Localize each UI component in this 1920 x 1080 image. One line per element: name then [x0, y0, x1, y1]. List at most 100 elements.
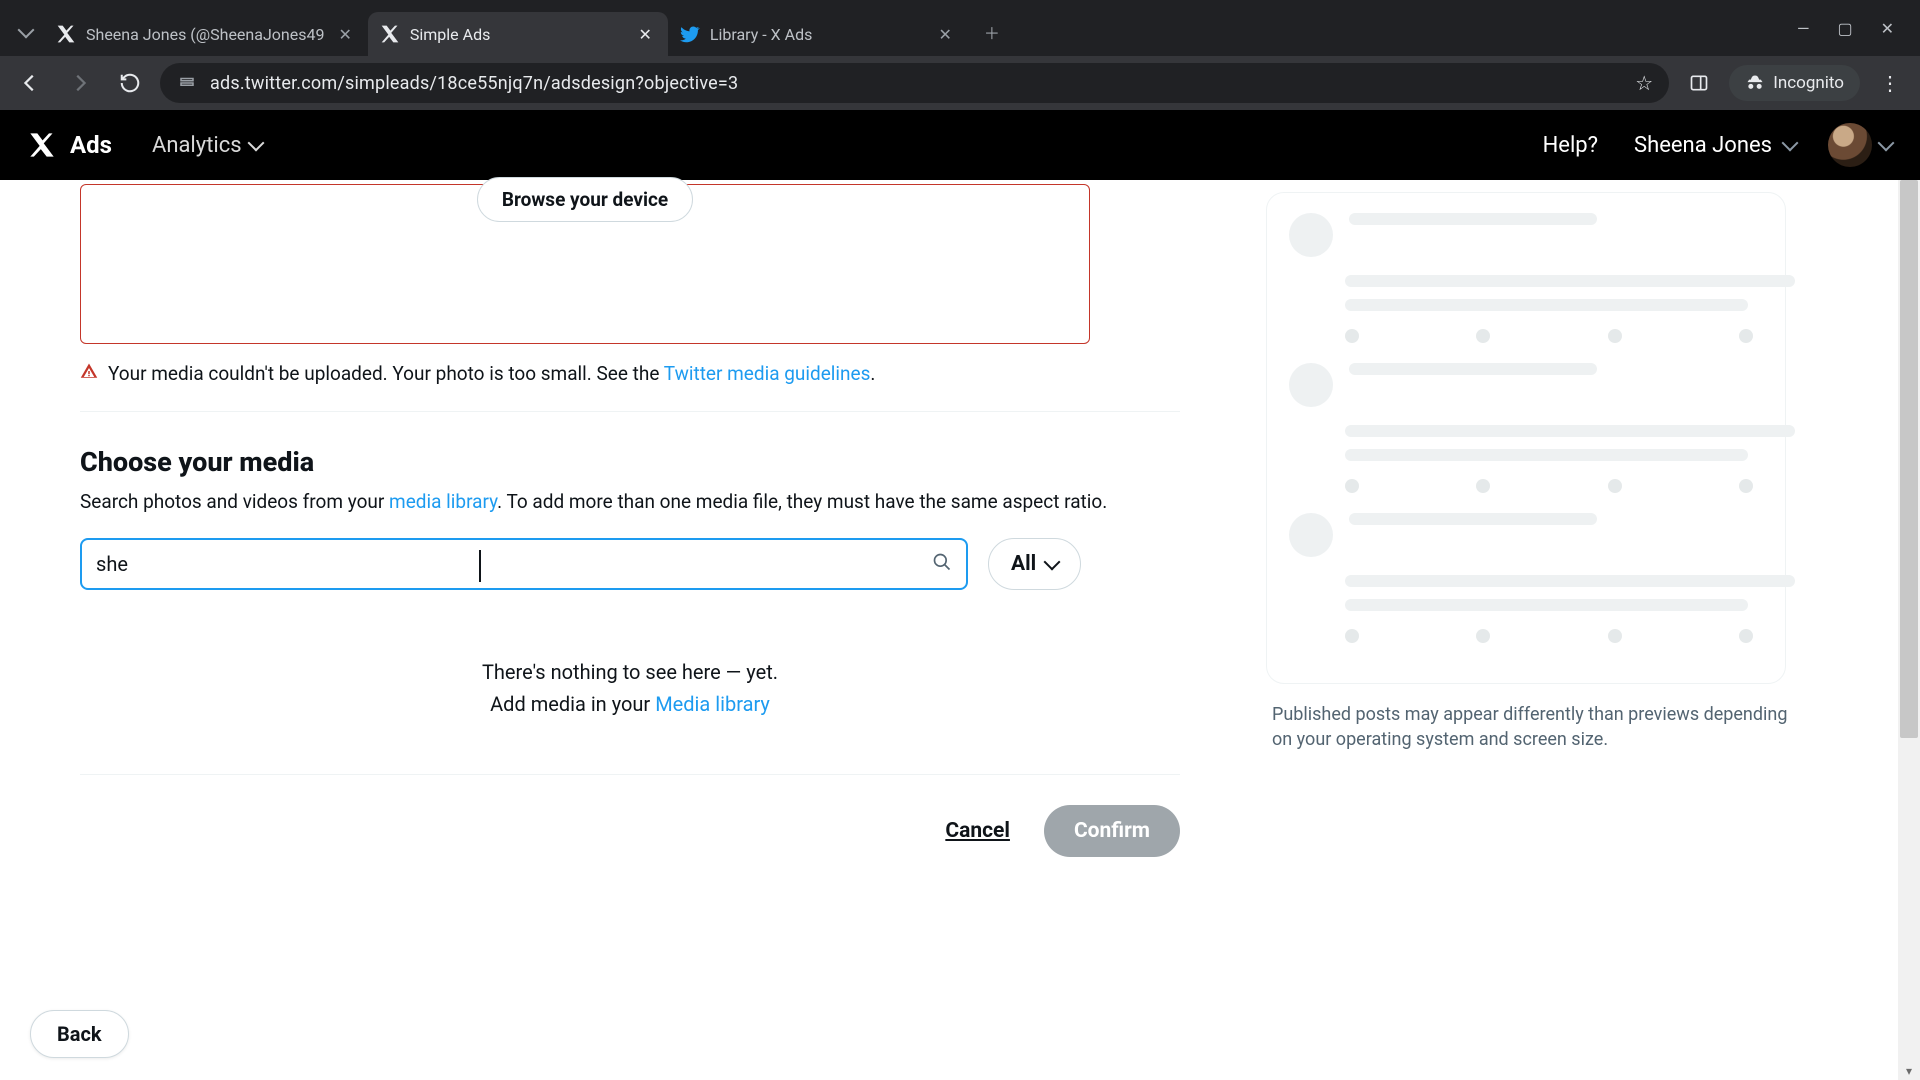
- empty-title: There's nothing to see here — yet.: [80, 660, 1180, 684]
- skeleton-icon: [1345, 629, 1359, 643]
- scrollbar-thumb[interactable]: [1900, 180, 1918, 738]
- divider: [80, 774, 1180, 775]
- skeleton-avatar: [1289, 213, 1333, 257]
- tab-title: Simple Ads: [410, 25, 625, 44]
- account-switcher[interactable]: Sheena Jones: [1634, 133, 1796, 158]
- media-search-field[interactable]: [80, 538, 968, 590]
- upload-dropzone[interactable]: Browse your device: [80, 184, 1090, 344]
- page-body: Browse your device Your media couldn't b…: [0, 180, 1920, 1080]
- skeleton-line: [1349, 213, 1597, 225]
- nav-analytics[interactable]: Analytics: [152, 133, 262, 158]
- scrollbar[interactable]: ▾: [1898, 180, 1920, 1080]
- media-library-link[interactable]: media library: [389, 490, 497, 513]
- back-button[interactable]: Back: [30, 1010, 129, 1058]
- x-icon: [380, 24, 400, 44]
- preview-panel: [1266, 192, 1786, 684]
- user-menu[interactable]: [1814, 123, 1892, 167]
- kebab-icon[interactable]: ⋮: [1870, 63, 1910, 103]
- app-header: Ads Analytics Help? Sheena Jones: [0, 110, 1920, 180]
- skeleton-line: [1345, 599, 1748, 611]
- preview-disclaimer: Published posts may appear differently t…: [1266, 702, 1806, 752]
- media-filter-dropdown[interactable]: All: [988, 538, 1081, 590]
- skeleton-line: [1345, 575, 1795, 587]
- chevron-down-icon: [1782, 135, 1799, 152]
- skeleton-icon: [1345, 479, 1359, 493]
- skeleton-line: [1345, 275, 1795, 287]
- empty-state: There's nothing to see here — yet. Add m…: [80, 660, 1180, 716]
- browse-device-button[interactable]: Browse your device: [477, 177, 693, 222]
- minimize-icon[interactable]: —: [1797, 19, 1810, 38]
- reload-icon[interactable]: [110, 63, 150, 103]
- skeleton-icon: [1608, 329, 1622, 343]
- help-link[interactable]: Help?: [1543, 133, 1598, 158]
- window-controls: — ▢ ✕: [1779, 19, 1912, 56]
- chevron-down-icon: [247, 135, 264, 152]
- skeleton-icon: [1608, 479, 1622, 493]
- back-icon[interactable]: [10, 63, 50, 103]
- brand-label: Ads: [70, 131, 112, 159]
- close-icon[interactable]: ✕: [934, 21, 955, 48]
- browser-tab[interactable]: Sheena Jones (@SheenaJones49 ✕: [44, 12, 368, 56]
- twitter-icon: [680, 24, 700, 44]
- text-cursor: [479, 550, 481, 582]
- address-bar[interactable]: ads.twitter.com/simpleads/18ce55njq7n/ad…: [160, 63, 1669, 103]
- forward-icon: [60, 63, 100, 103]
- tab-search-icon[interactable]: [8, 14, 44, 50]
- browser-tab-strip: Sheena Jones (@SheenaJones49 ✕ Simple Ad…: [0, 0, 1920, 56]
- error-text: Your media couldn't be uploaded. Your ph…: [108, 362, 875, 385]
- skeleton-icon: [1739, 479, 1753, 493]
- dialog-actions: Cancel Confirm: [40, 805, 1180, 857]
- brand[interactable]: Ads: [28, 131, 112, 159]
- empty-subtitle: Add media in your Media library: [80, 692, 1180, 716]
- x-icon: [56, 24, 76, 44]
- close-icon[interactable]: ✕: [334, 21, 355, 48]
- search-icon[interactable]: [932, 552, 952, 576]
- skeleton-icon: [1608, 629, 1622, 643]
- side-panel-icon[interactable]: [1679, 63, 1719, 103]
- confirm-button[interactable]: Confirm: [1044, 805, 1180, 857]
- skeleton-line: [1349, 513, 1597, 525]
- browser-tab[interactable]: Simple Ads ✕: [368, 12, 668, 56]
- filter-label: All: [1011, 552, 1036, 576]
- star-icon[interactable]: ☆: [1635, 71, 1653, 95]
- upload-error: Your media couldn't be uploaded. Your ph…: [80, 362, 1220, 385]
- skeleton-icon: [1345, 329, 1359, 343]
- scroll-down-icon[interactable]: ▾: [1898, 1064, 1920, 1078]
- skeleton-icon: [1476, 629, 1490, 643]
- analytics-label: Analytics: [152, 133, 242, 158]
- close-icon[interactable]: ✕: [634, 21, 655, 48]
- close-window-icon[interactable]: ✕: [1881, 19, 1894, 38]
- url-text: ads.twitter.com/simpleads/18ce55njq7n/ad…: [210, 73, 1623, 94]
- section-description: Search photos and videos from your media…: [80, 488, 1180, 516]
- skeleton-line: [1345, 425, 1795, 437]
- site-info-icon[interactable]: [176, 72, 198, 94]
- skeleton-avatar: [1289, 363, 1333, 407]
- browser-tab[interactable]: Library - X Ads ✕: [668, 12, 968, 56]
- guidelines-link[interactable]: Twitter media guidelines: [664, 362, 871, 385]
- section-title: Choose your media: [80, 446, 1180, 478]
- user-name: Sheena Jones: [1634, 133, 1772, 158]
- tab-title: Sheena Jones (@SheenaJones49: [86, 25, 324, 44]
- x-logo-icon: [28, 131, 56, 159]
- warning-icon: [80, 362, 98, 385]
- cancel-button[interactable]: Cancel: [945, 819, 1010, 843]
- skeleton-icon: [1739, 329, 1753, 343]
- chevron-down-icon: [1878, 135, 1895, 152]
- browser-toolbar: ads.twitter.com/simpleads/18ce55njq7n/ad…: [0, 56, 1920, 110]
- chevron-down-icon: [1044, 553, 1061, 570]
- divider: [80, 411, 1180, 412]
- skeleton-icon: [1476, 329, 1490, 343]
- skeleton-line: [1345, 449, 1748, 461]
- skeleton-icon: [1476, 479, 1490, 493]
- media-library-link[interactable]: Media library: [655, 692, 770, 716]
- maximize-icon[interactable]: ▢: [1837, 19, 1852, 38]
- skeleton-avatar: [1289, 513, 1333, 557]
- incognito-indicator[interactable]: Incognito: [1729, 65, 1860, 101]
- incognito-label: Incognito: [1773, 73, 1844, 93]
- new-tab-button[interactable]: ＋: [974, 14, 1010, 50]
- skeleton-icon: [1739, 629, 1753, 643]
- skeleton-line: [1345, 299, 1748, 311]
- skeleton-line: [1349, 363, 1597, 375]
- avatar: [1828, 123, 1872, 167]
- search-input[interactable]: [96, 552, 932, 576]
